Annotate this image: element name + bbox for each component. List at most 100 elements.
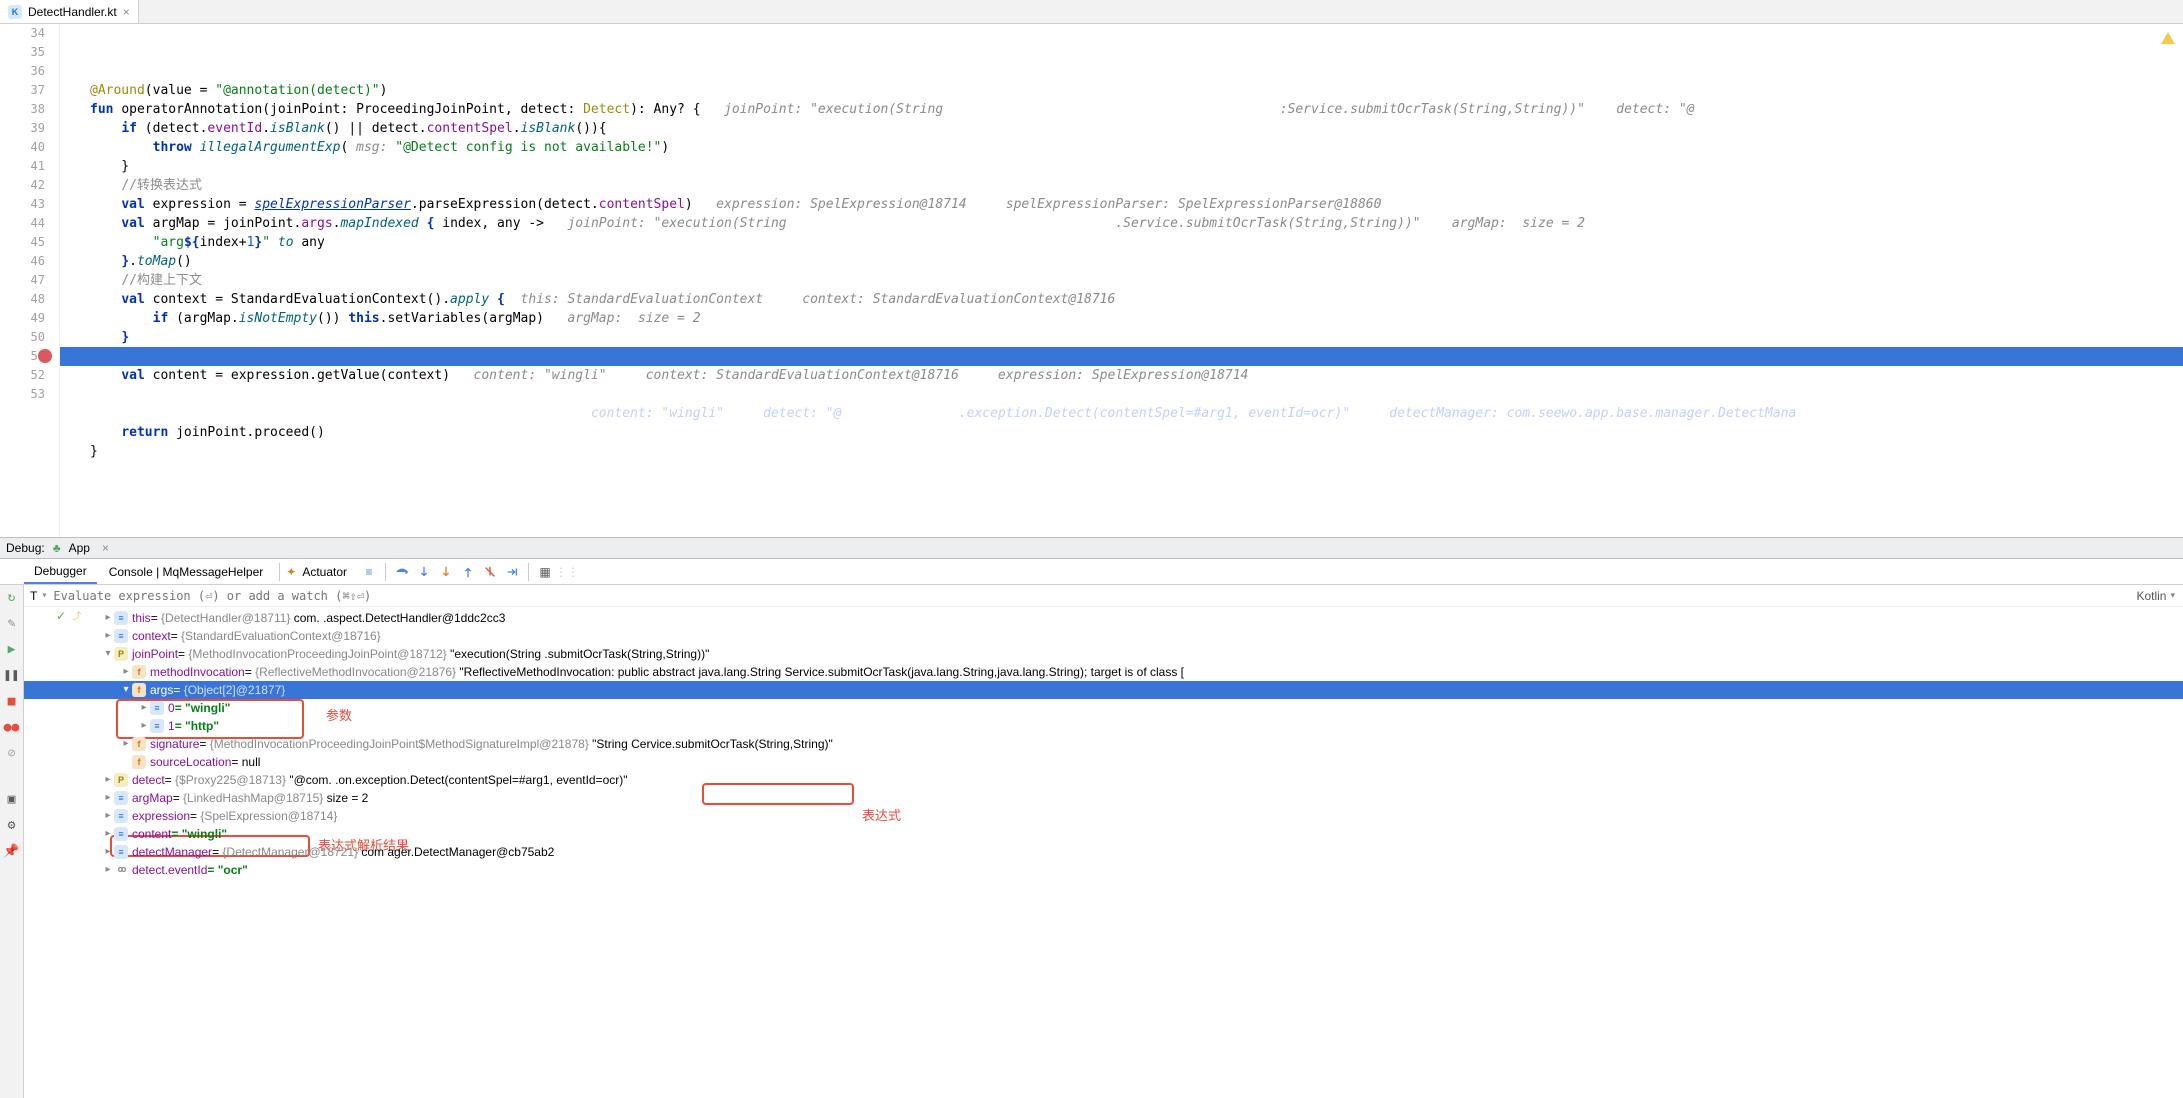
code-line[interactable]: //构建上下文: [90, 271, 2183, 290]
settings-icon[interactable]: ⚙: [4, 817, 20, 833]
variable-value: = {SpelExpression@18714}: [190, 807, 337, 825]
variable-badge-icon: f: [132, 665, 146, 679]
variables-tree[interactable]: ✓ ⤴ 参数 表达式 表达式解析结果 ▸≡this = {DetectHandl…: [24, 607, 2183, 1098]
code-line[interactable]: val expression = spelExpressionParser.pa…: [90, 195, 2183, 214]
variable-row[interactable]: ▸fsignature = {MethodInvocationProceedin…: [24, 735, 2183, 753]
variable-row[interactable]: ▸fmethodInvocation = {ReflectiveMethodIn…: [24, 663, 2183, 681]
variable-name: 1: [168, 717, 175, 735]
debug-close-icon[interactable]: ×: [102, 541, 109, 555]
variable-row[interactable]: ▸≡argMap = {LinkedHashMap@18715} size = …: [24, 789, 2183, 807]
expand-arrow-icon[interactable]: ▸: [138, 699, 150, 717]
rerun-icon[interactable]: ↻: [4, 589, 20, 605]
run-to-cursor-icon[interactable]: [502, 562, 522, 582]
warning-icon[interactable]: [2161, 32, 2175, 44]
variable-row[interactable]: ▸≡0 = "wingli": [24, 699, 2183, 717]
line-number: 39: [0, 119, 45, 138]
pause-icon[interactable]: ❚❚: [4, 667, 20, 683]
variable-row[interactable]: ▸≡this = {DetectHandler@18711} com. .asp…: [24, 609, 2183, 627]
code-line[interactable]: throw illegalArgumentExp( msg: "@Detect …: [90, 138, 2183, 157]
expand-arrow-icon[interactable]: ▸: [102, 609, 114, 627]
code-line[interactable]: @Around(value = "@annotation(detect)"): [90, 81, 2183, 100]
resume-icon[interactable]: ▶: [4, 641, 20, 657]
trace-icon[interactable]: ⋮⋮: [557, 562, 577, 582]
expand-arrow-icon[interactable]: ▸: [102, 825, 114, 843]
code-area[interactable]: @Around(value = "@annotation(detect)")fu…: [60, 24, 2183, 537]
tab-console[interactable]: Console | MqMessageHelper: [99, 561, 274, 583]
line-number: 43: [0, 195, 45, 214]
code-line[interactable]: if (argMap.isNotEmpty()) this.setVariabl…: [90, 309, 2183, 328]
variable-badge-icon: ≡: [114, 827, 128, 841]
mute-breakpoints-icon[interactable]: ⊘: [4, 745, 20, 761]
code-line[interactable]: }: [90, 328, 2183, 347]
drop-frame-icon[interactable]: [480, 562, 500, 582]
language-selector[interactable]: Kotlin ▾: [2128, 589, 2183, 603]
evaluate-input[interactable]: [53, 589, 2128, 603]
separator: [279, 563, 280, 581]
expand-arrow-icon[interactable]: ▸: [120, 735, 132, 753]
chevron-down-icon[interactable]: ▾: [41, 590, 53, 601]
view-breakpoints-icon[interactable]: ●●: [4, 719, 20, 735]
variable-row[interactable]: ▸≡expression = {SpelExpression@18714}: [24, 807, 2183, 825]
debug-header: Debug: ♣ App ×: [0, 537, 2183, 559]
code-line[interactable]: val content = expression.getValue(contex…: [90, 366, 2183, 385]
line-number: 36: [0, 62, 45, 81]
breakpoint-icon[interactable]: [38, 349, 52, 363]
variable-badge-icon: oo: [114, 863, 128, 877]
step-into-icon[interactable]: [414, 562, 434, 582]
stop-icon[interactable]: ■: [4, 693, 20, 709]
variable-row[interactable]: fsourceLocation = null: [24, 753, 2183, 771]
evaluate-icon[interactable]: ▦: [535, 562, 555, 582]
variable-row[interactable]: ▸Pdetect = {$Proxy225@18713} "@com. .on.…: [24, 771, 2183, 789]
variable-name: content: [132, 825, 171, 843]
variable-row[interactable]: ▸≡detectManager = {DetectManager@18721} …: [24, 843, 2183, 861]
code-line[interactable]: }: [90, 442, 2183, 461]
code-line[interactable]: val argMap = joinPoint.args.mapIndexed {…: [90, 214, 2183, 233]
variable-row[interactable]: ▾fargs = {Object[2]@21877}: [24, 681, 2183, 699]
thread-label[interactable]: T: [30, 589, 41, 603]
variable-row[interactable]: ▸oodetect.eventId = "ocr": [24, 861, 2183, 879]
variable-name: 0: [168, 699, 175, 717]
expand-arrow-icon[interactable]: ▸: [102, 843, 114, 861]
variable-name: this: [132, 609, 151, 627]
close-icon[interactable]: ×: [123, 5, 130, 19]
expand-arrow-icon[interactable]: ▸: [120, 663, 132, 681]
code-line[interactable]: detectManager.matchExceptionally(detect.…: [90, 404, 2183, 423]
expand-arrow-icon[interactable]: ▸: [102, 807, 114, 825]
expand-arrow-icon[interactable]: ▾: [120, 681, 132, 699]
expand-arrow-icon[interactable]: ▸: [102, 627, 114, 645]
variable-name: detect.eventId: [132, 861, 207, 879]
expand-arrow-icon[interactable]: ▾: [102, 645, 114, 663]
expand-arrow-icon[interactable]: ▸: [138, 717, 150, 735]
tab-debugger[interactable]: Debugger: [24, 560, 97, 584]
expand-arrow-icon[interactable]: ▸: [102, 789, 114, 807]
step-over-icon[interactable]: [392, 562, 412, 582]
force-step-into-icon[interactable]: [436, 562, 456, 582]
code-line[interactable]: //转换表达式: [90, 176, 2183, 195]
variable-row[interactable]: ▸≡1 = "http": [24, 717, 2183, 735]
code-line[interactable]: val context = StandardEvaluationContext(…: [90, 290, 2183, 309]
code-line[interactable]: }.toMap(): [90, 252, 2183, 271]
variable-value: = null: [231, 753, 260, 771]
code-line[interactable]: "arg${index+1}" to any: [90, 233, 2183, 252]
layout-icon[interactable]: ≡: [359, 562, 379, 582]
pin-icon[interactable]: 📌: [4, 843, 20, 859]
debug-body: ↻ ✎ ▶ ❚❚ ■ ●● ⊘ ▣ ⚙ 📌 T ▾ Kotlin ▾: [0, 585, 2183, 1098]
modify-icon[interactable]: ✎: [4, 615, 20, 631]
variable-row[interactable]: ▾PjoinPoint = {MethodInvocationProceedin…: [24, 645, 2183, 663]
tab-actuator[interactable]: Actuator: [302, 561, 357, 583]
camera-icon[interactable]: ▣: [4, 791, 20, 807]
expand-arrow-icon[interactable]: ▸: [102, 861, 114, 879]
code-line[interactable]: if (detect.eventId.isBlank() || detect.c…: [90, 119, 2183, 138]
variable-row[interactable]: ▸≡content = "wingli": [24, 825, 2183, 843]
editor-tab-active[interactable]: K DetectHandler.kt ×: [0, 0, 139, 23]
variable-row[interactable]: ▸≡context = {StandardEvaluationContext@1…: [24, 627, 2183, 645]
variable-value: = {LinkedHashMap@18715} size = 2: [173, 789, 369, 807]
code-line[interactable]: [90, 385, 2183, 404]
step-out-icon[interactable]: [458, 562, 478, 582]
code-line[interactable]: }: [90, 157, 2183, 176]
code-line[interactable]: return joinPoint.proceed(): [90, 423, 2183, 442]
code-line[interactable]: fun operatorAnnotation(joinPoint: Procee…: [90, 100, 2183, 119]
expand-arrow-icon[interactable]: ▸: [102, 771, 114, 789]
kotlin-file-icon: K: [8, 5, 22, 19]
variable-value: = {ReflectiveMethodInvocation@21876} "Re…: [245, 663, 1184, 681]
